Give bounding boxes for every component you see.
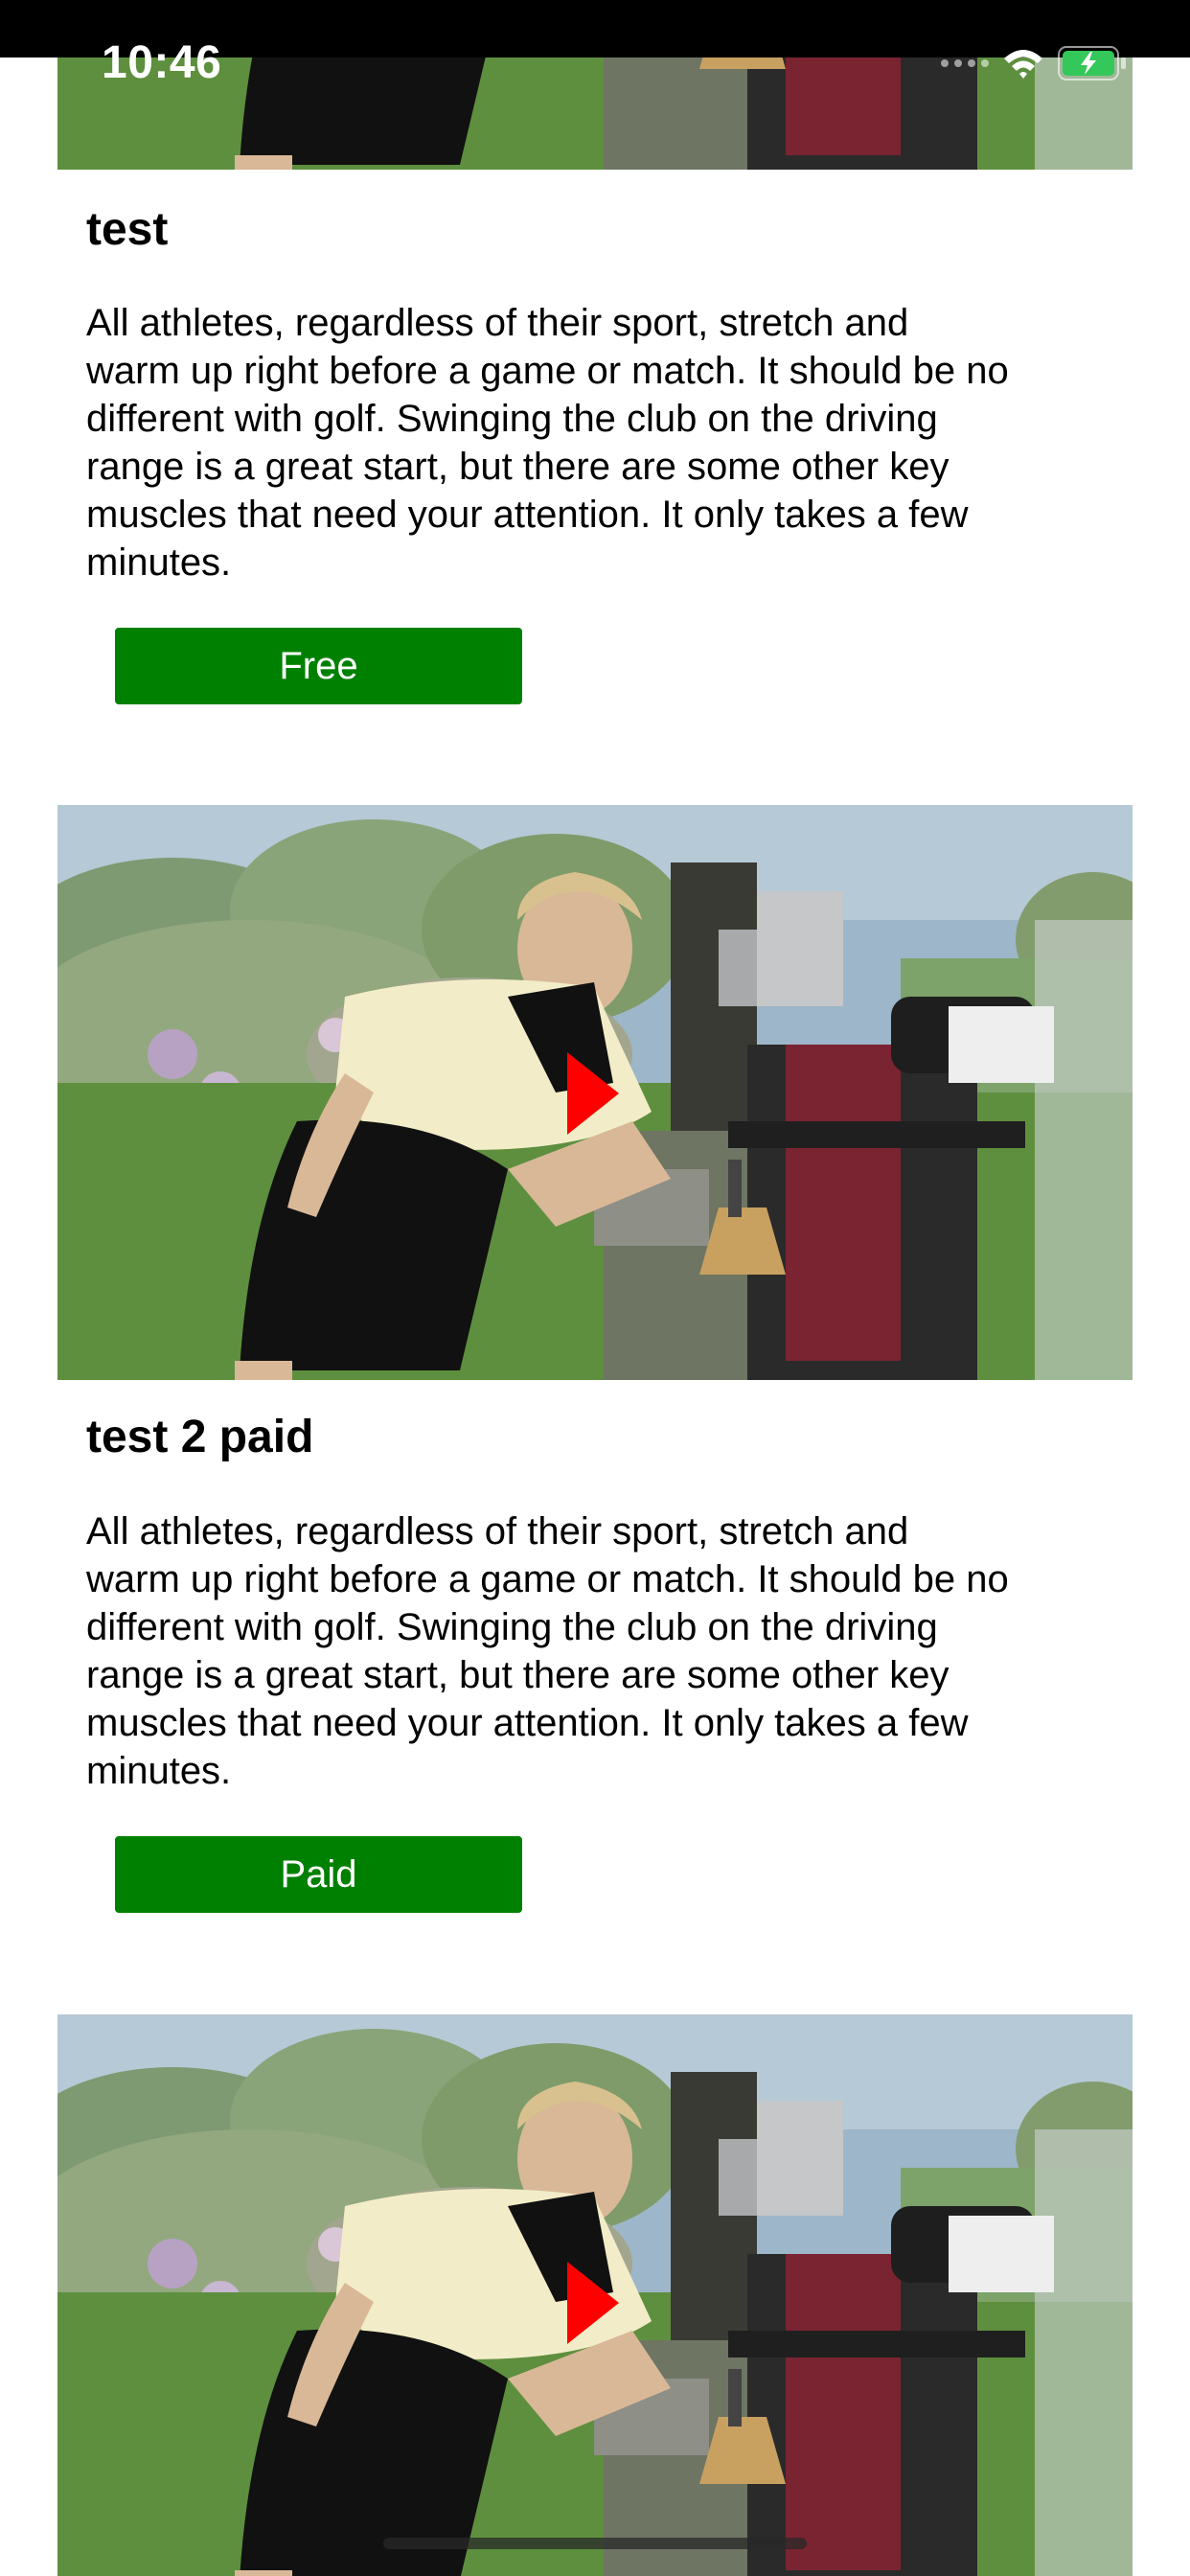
paid-button[interactable]: Paid bbox=[115, 1836, 522, 1913]
video-description: All athletes, regardless of their sport,… bbox=[86, 302, 1009, 584]
video-title: test 2 paid bbox=[86, 1412, 314, 1462]
video-title: test bbox=[86, 204, 169, 255]
play-icon[interactable] bbox=[567, 2262, 619, 2344]
home-indicator[interactable] bbox=[383, 2538, 807, 2549]
video-thumbnail[interactable] bbox=[57, 2014, 1133, 2576]
video-thumbnail[interactable] bbox=[57, 805, 1133, 1380]
battery-icon bbox=[1058, 46, 1127, 80]
status-time: 10:46 bbox=[102, 37, 222, 88]
status-icons bbox=[941, 42, 1127, 84]
video-feed: test All athletes, regardless of their s… bbox=[0, 0, 1190, 2576]
free-button[interactable]: Free bbox=[115, 628, 522, 704]
video-description: All athletes, regardless of their sport,… bbox=[86, 1510, 1009, 1792]
wifi-icon bbox=[1002, 47, 1044, 80]
signal-icon bbox=[941, 59, 989, 67]
play-icon[interactable] bbox=[567, 1052, 619, 1135]
